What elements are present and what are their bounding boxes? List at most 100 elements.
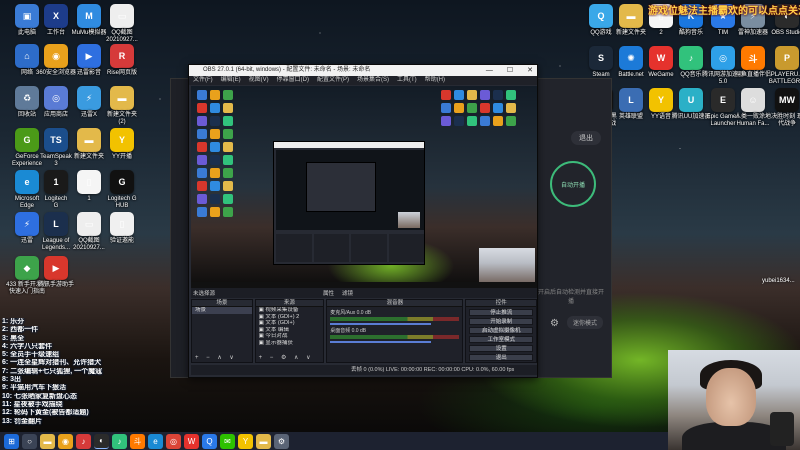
logitech-icon: 1	[44, 170, 68, 194]
obs-window[interactable]: OBS 27.0.1 (64-bit, windows) - 配置文件: 未命名…	[188, 64, 538, 378]
sources-dock: 来源 ▣ 视频采集设备 ▣ 文本 (GDI+) 2 ▣ 文本 (GDI+) ▣ 文本 …	[254, 299, 325, 363]
folder-icon: ▬	[77, 128, 101, 152]
preview-mini-icon	[223, 90, 233, 100]
preview-mini-icon	[480, 116, 490, 126]
scene-item[interactable]: 场景	[192, 307, 252, 314]
preview-mini-icon	[223, 168, 233, 178]
exit-button[interactable]: 退出	[571, 131, 601, 145]
desktop-icon-label: 决胜时刻 现 代战争	[771, 114, 800, 127]
controls-dock: 控件 停止推流 开始录制 启动虚拟摄像机 工作室模式 设置 退出	[465, 299, 537, 363]
sources-footer[interactable]: + − ⚙ ∧ ∨	[256, 354, 324, 362]
preview-mini-icon	[197, 142, 207, 152]
obs-title: OBS 27.0.1 (64-bit, windows) - 配置文件: 未命名…	[203, 67, 371, 73]
chat-line: 3: 黑全	[2, 334, 25, 342]
preview-mini-icon	[210, 103, 220, 113]
source-item[interactable]: ▣ 显示器捕获	[256, 340, 324, 347]
filters-button[interactable]: 滤镜	[342, 289, 353, 297]
control-button[interactable]: 工作室模式	[469, 336, 533, 343]
mixer-track[interactable]: 麦克风/Aux 0.0 dB	[330, 309, 460, 325]
wegame-taskbar-icon[interactable]: W	[184, 433, 199, 449]
preview-mini-icon	[467, 103, 477, 113]
microphone	[770, 412, 794, 446]
preview-mini-icon	[223, 207, 233, 217]
preview-mini-icon	[210, 194, 220, 204]
search-taskbar-icon[interactable]: ○	[22, 433, 37, 449]
netease-icon[interactable]: ♪	[76, 433, 91, 449]
obs-menu-item[interactable]: 视图(V)	[249, 76, 269, 85]
browser-taskbar-icon[interactable]: ◉	[58, 433, 73, 449]
desktop-icon[interactable]: ▯ 验证邀能	[99, 210, 145, 260]
auto-live-ring[interactable]: 自动开播	[550, 161, 596, 207]
chat-line: 1: 乐芬	[2, 318, 25, 325]
start-icon[interactable]: ⊞	[4, 433, 19, 449]
obs-menu-item[interactable]: 编辑(E)	[221, 76, 241, 85]
preview-mini-icon	[223, 181, 233, 191]
source-toolbar: 未选择源 属性 滤镜	[191, 288, 537, 298]
chat-line: 6: 一连全星辉对猎刊、允许猎犬	[2, 359, 102, 367]
streamer-face	[706, 368, 756, 426]
control-button[interactable]: 开始录制	[469, 318, 533, 325]
obs-menu-item[interactable]: 场景集合(S)	[357, 76, 389, 85]
yy-taskbar-icon[interactable]: Y	[238, 433, 253, 449]
settings-taskbar-icon[interactable]: ⚙	[274, 433, 289, 449]
control-button[interactable]: 停止推流	[469, 309, 533, 316]
chat-line: 5: 全员手十级速组	[2, 351, 60, 359]
ghub-icon: G	[110, 170, 134, 194]
chat-line: 7: 二张编辑+七只狐狸, 一个魔寇	[2, 367, 103, 375]
chrome-taskbar-icon[interactable]: ◎	[166, 433, 181, 449]
folder-taskbar-icon[interactable]: ▬	[256, 433, 271, 449]
store-icon: ◎	[44, 86, 68, 110]
preview-mini-icon	[197, 207, 207, 217]
control-button[interactable]: 设置	[469, 345, 533, 352]
file-icon: ▯	[77, 170, 101, 194]
scenes-footer[interactable]: + − ∧ ∨	[192, 354, 252, 362]
desktop-icon-label: YY开播	[111, 154, 132, 160]
desktop-icon-label: 腾讯手游助手	[37, 282, 74, 288]
teamspeak-icon: TS	[44, 128, 68, 152]
volume-slider[interactable]	[330, 341, 431, 343]
obs-menu-item[interactable]: 配置文件(P)	[317, 76, 349, 85]
obs-menubar: 文件(F) 编辑(E) 视图(V) 停靠窗口(D) 配置文件(P) 场景集合(S) 工具(T…	[189, 76, 537, 85]
preview-mini-icon	[493, 90, 503, 100]
obs-titlebar[interactable]: OBS 27.0.1 (64-bit, windows) - 配置文件: 未命名…	[189, 65, 537, 76]
properties-button[interactable]: 属性	[323, 289, 334, 297]
doc-icon: ▯	[110, 212, 134, 236]
maximize-icon[interactable]: ☐	[507, 65, 513, 76]
control-button[interactable]: 启动虚拟摄像机	[469, 327, 533, 334]
douyu-taskbar-icon[interactable]: 斗	[130, 433, 145, 449]
mixer-track[interactable]: 桌面音频 0.0 dB	[330, 327, 460, 343]
chat-line: 12: 轮码下黄金(被告都适题)	[2, 409, 89, 417]
preview-mini-icon	[197, 116, 207, 126]
desktop-icon[interactable]: MW 决胜时刻 现 代战争	[764, 86, 800, 136]
qq-taskbar-icon[interactable]: Q	[202, 433, 217, 449]
preview-mini-icon	[223, 155, 233, 165]
mini-mode-button[interactable]: 迷你模式	[566, 316, 603, 329]
scenes-dock: 场景 场景 + − ∧ ∨	[191, 299, 253, 363]
obs-menu-item[interactable]: 帮助(H)	[425, 76, 445, 85]
preview-mini-icon	[506, 116, 516, 126]
obs-preview[interactable]	[191, 86, 537, 288]
preview-mini-icon	[454, 103, 464, 113]
gear-icon[interactable]: ⚙	[550, 318, 559, 329]
preview-mini-icon	[441, 116, 451, 126]
minimize-icon[interactable]: —	[486, 65, 493, 76]
control-button[interactable]: 退出	[469, 354, 533, 361]
volume-slider[interactable]	[330, 323, 431, 325]
obs-menu-item[interactable]: 停靠窗口(D)	[277, 76, 309, 85]
chat-overlay: 1: 乐芬 2: 西都一件 3: 黑全 4: 六字八只套件 5: 全员手十级速组 6: 一…	[2, 318, 112, 426]
close-icon[interactable]: ✕	[527, 65, 533, 76]
qqmusic-taskbar-icon[interactable]: ♪	[112, 433, 127, 449]
pubg-icon: P	[775, 46, 799, 70]
explorer-icon[interactable]: ▬	[40, 433, 55, 449]
preview-mini-icon	[441, 103, 451, 113]
wechat-taskbar-icon[interactable]: ✉	[220, 433, 235, 449]
chat-line: 4: 六字八只套件	[2, 342, 53, 350]
desktop-icon[interactable]: ▶ 腾讯手游助手	[33, 254, 79, 304]
obs-menu-item[interactable]: 文件(F)	[193, 76, 213, 85]
rise-icon: R	[110, 44, 134, 68]
obs-taskbar-icon[interactable]: ◐	[94, 433, 109, 449]
preview-mini-icon	[454, 116, 464, 126]
obs-menu-item[interactable]: 工具(T)	[397, 76, 417, 85]
edge-taskbar-icon[interactable]: e	[148, 433, 163, 449]
no-source-label: 未选择源	[193, 291, 216, 297]
